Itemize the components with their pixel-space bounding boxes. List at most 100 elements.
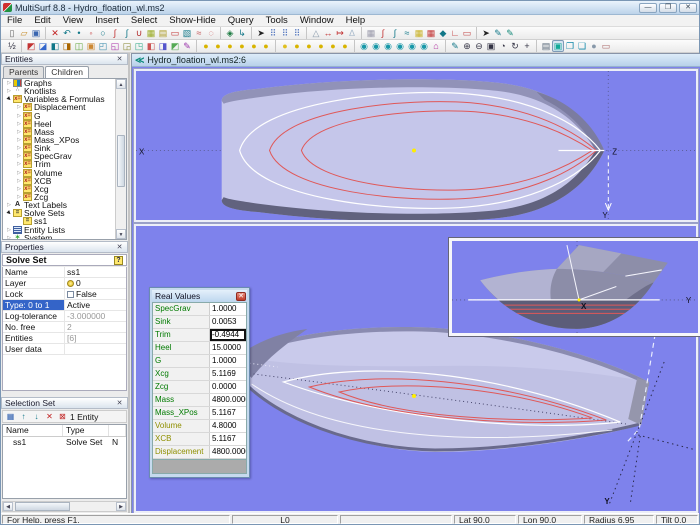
rotate-view-icon[interactable]: ↻ xyxy=(509,40,521,52)
tree-item-graphs[interactable]: ▷Graphs xyxy=(3,79,115,87)
rv-value[interactable]: 0.0053 xyxy=(210,316,246,328)
tree-scrollbar[interactable]: ▲ ▼ xyxy=(115,79,126,239)
vis-left-icon[interactable]: ◉ xyxy=(382,40,394,52)
half-scale-icon[interactable]: ½ xyxy=(6,40,18,52)
origin-point-marker-perspective[interactable] xyxy=(412,394,416,398)
view-4a-icon[interactable]: ◲ xyxy=(121,40,133,52)
tree-item-mass-xpos[interactable]: ▷x=Mass_XPos xyxy=(3,136,115,144)
insert-contour-icon[interactable]: ≈ xyxy=(193,27,205,39)
selection-close-icon[interactable]: ✕ xyxy=(115,399,124,407)
view-plan-icon[interactable]: ◰ xyxy=(97,40,109,52)
tree-item-g[interactable]: ▷x=G xyxy=(3,112,115,120)
rv-value[interactable]: -0.4944 xyxy=(210,329,246,341)
menu-query[interactable]: Query xyxy=(222,15,260,27)
rv-value[interactable]: 15.0000 xyxy=(210,342,246,354)
insert-point-icon[interactable]: • xyxy=(73,27,85,39)
expand-arrow-icon[interactable]: ▷ xyxy=(5,234,13,239)
rv-value[interactable]: 5.1167 xyxy=(210,407,246,419)
home-view-icon[interactable]: ⌂ xyxy=(430,40,442,52)
move-up-icon[interactable]: ↑ xyxy=(18,411,29,422)
real-values-titlebar[interactable]: Real Values ✕ xyxy=(152,290,247,302)
bulb-solids-icon[interactable]: ● xyxy=(248,40,260,52)
column-name[interactable]: Name xyxy=(3,425,63,436)
entities-close-icon[interactable]: ✕ xyxy=(115,55,124,63)
tree-item-xcg[interactable]: ▷x=Xcg xyxy=(3,185,115,193)
rv-value[interactable]: 5.1167 xyxy=(210,433,246,445)
nudge-left-icon[interactable]: ⠿ xyxy=(267,27,279,39)
scroll-thumb[interactable] xyxy=(117,135,125,187)
scroll-left-icon[interactable]: ◀ xyxy=(3,502,13,511)
rv-value[interactable]: 4800.0000 xyxy=(210,446,246,458)
scroll-right-icon[interactable]: ▶ xyxy=(116,502,126,511)
bead-teal-icon[interactable]: ◆ xyxy=(437,27,449,39)
bulb-points-icon[interactable]: ● xyxy=(212,40,224,52)
blend-icon[interactable]: ∆ xyxy=(346,27,358,39)
menu-select[interactable]: Select xyxy=(125,15,163,27)
insert-snake-icon[interactable]: ∫ xyxy=(121,27,133,39)
window-titlebar[interactable]: MultiSurf 8.8 - Hydro_floation_wl.ms2 — … xyxy=(1,1,699,15)
zoom-in-icon[interactable]: ⊕ xyxy=(461,40,473,52)
vis-bottom-icon[interactable]: ◉ xyxy=(418,40,430,52)
prop-value[interactable]: [6] xyxy=(65,333,126,343)
bulb-solo-icon[interactable]: ● xyxy=(279,40,291,52)
menu-window[interactable]: Window xyxy=(294,15,340,27)
menu-edit[interactable]: Edit xyxy=(28,15,56,27)
real-values-close-icon[interactable]: ✕ xyxy=(236,292,246,301)
help-icon[interactable]: ? xyxy=(114,256,123,265)
frame-icon[interactable]: ▭ xyxy=(461,27,473,39)
view-prev-icon[interactable]: ◨ xyxy=(157,40,169,52)
zoom-window-icon[interactable]: ▣ xyxy=(485,40,497,52)
expand-arrow-icon[interactable]: ▷ xyxy=(15,128,23,136)
mode-render-icon[interactable]: ❏ xyxy=(576,40,588,52)
prop-value[interactable]: False xyxy=(65,289,126,299)
expand-arrow-icon[interactable]: ▷ xyxy=(15,112,23,120)
expand-arrow-icon[interactable]: ▷ xyxy=(5,79,13,87)
mode-wireframe-icon[interactable]: ▤ xyxy=(540,40,552,52)
tree-item-solve-sets[interactable]: ▶=Solve Sets xyxy=(3,209,115,217)
column-type[interactable]: Type xyxy=(63,425,109,436)
menu-file[interactable]: File xyxy=(1,15,28,27)
rv-value[interactable]: 4800.0000 xyxy=(210,394,246,406)
flow-arrow-icon[interactable]: ↳ xyxy=(236,27,248,39)
mode-hidden-line-icon[interactable]: ❐ xyxy=(564,40,576,52)
insert-solid-icon[interactable]: ▧ xyxy=(181,27,193,39)
section-origin-marker[interactable] xyxy=(578,298,581,301)
patch-yellow-icon[interactable]: ▦ xyxy=(413,27,425,39)
tree-item-specgrav[interactable]: ▷x=SpecGrav xyxy=(3,152,115,160)
zoom-previous-icon[interactable]: ◔ xyxy=(497,40,509,52)
properties-panel-header[interactable]: Properties ✕ xyxy=(1,241,128,253)
new-file-icon[interactable]: ▯ xyxy=(6,27,18,39)
mirror-icon[interactable]: △ xyxy=(310,27,322,39)
undo-icon[interactable]: ↶ xyxy=(61,27,73,39)
rv-value[interactable]: 1.0000 xyxy=(210,303,246,315)
view-iso-icon[interactable]: ◨ xyxy=(61,40,73,52)
bulb-hide-curves-icon[interactable]: ● xyxy=(303,40,315,52)
view-next-icon[interactable]: ◩ xyxy=(169,40,181,52)
origin-point-marker[interactable] xyxy=(412,148,416,152)
insert-surface-icon[interactable]: ▦ xyxy=(145,27,157,39)
curve-fit-icon[interactable]: ≈ xyxy=(401,27,413,39)
expand-arrow-icon[interactable]: ▷ xyxy=(15,136,23,144)
vis-right-icon[interactable]: ◉ xyxy=(394,40,406,52)
prop-value[interactable]: ss1 xyxy=(65,267,126,277)
insert-magnet-icon[interactable]: ∪ xyxy=(133,27,145,39)
expand-arrow-icon[interactable]: ▷ xyxy=(15,185,23,193)
expand-arrow-icon[interactable]: ▷ xyxy=(15,193,23,201)
view-home-icon[interactable]: ◧ xyxy=(145,40,157,52)
tree-item-xcb[interactable]: ▷x=XCB xyxy=(3,177,115,185)
prop-value[interactable]: 2 xyxy=(65,322,126,332)
prop-value[interactable]: -3.000000 xyxy=(65,311,126,321)
view-body-icon[interactable]: ▣ xyxy=(85,40,97,52)
plan-view-pane[interactable]: X Z Y xyxy=(134,69,698,222)
rv-value[interactable]: 0.0000 xyxy=(210,381,246,393)
insert-curve-icon[interactable]: ∫ xyxy=(109,27,121,39)
expand-arrow-icon[interactable]: ▷ xyxy=(15,144,23,152)
bulb-hide-solids-icon[interactable]: ● xyxy=(327,40,339,52)
mode-annotate-icon[interactable]: ▭ xyxy=(600,40,612,52)
section-view-pane[interactable]: X Y xyxy=(449,238,700,336)
menu-view[interactable]: View xyxy=(57,15,89,27)
bulb-curves-icon[interactable]: ● xyxy=(224,40,236,52)
curve-red-icon[interactable]: ∫ xyxy=(377,27,389,39)
bulb-labels-icon[interactable]: ● xyxy=(260,40,272,52)
insert-ring-icon[interactable]: ○ xyxy=(97,27,109,39)
